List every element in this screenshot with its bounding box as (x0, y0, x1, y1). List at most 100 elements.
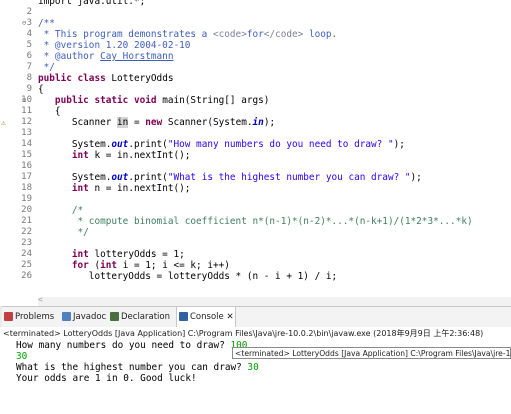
code-token: { (38, 84, 44, 95)
code-line: */ (38, 62, 55, 73)
code-token: "How many numbers do you need to draw? " (167, 139, 394, 150)
editor-gutter-row: 9 (0, 84, 36, 95)
fold-toggle-icon[interactable]: ⊖ (22, 95, 26, 106)
code-token: int (71, 150, 95, 161)
editor-gutter-row: 8 (0, 73, 36, 84)
editor-gutter-row: 14 (0, 139, 36, 150)
javadoc-icon (62, 312, 71, 321)
code-editor[interactable]: import java.util.*; 2 3 ⊖/** 4 * This progra… (0, 0, 511, 306)
editor-gutter-row: 5 (0, 40, 36, 51)
fold-toggle-icon[interactable]: ⊖ (22, 18, 26, 29)
console-prompt-3: What is the highest number you can draw? (16, 362, 248, 373)
tab-javadoc[interactable]: Javadoc (60, 307, 106, 327)
line-number: 24 (21, 249, 32, 259)
code-token: .print( (128, 139, 168, 150)
editor-gutter-row: 11 (0, 106, 36, 117)
editor-gutter-row (0, 0, 36, 7)
line-number: 9 (26, 84, 32, 94)
code-line: * @author Cay Horstmann (38, 51, 174, 62)
code-line: int lotteryOdds = 1; (38, 249, 185, 260)
code-line: System.out.print("How many numbers do yo… (38, 139, 405, 150)
status-tooltip: <terminated> LotteryOdds [Java Applicati… (232, 347, 511, 359)
tab-label: Javadoc (73, 312, 107, 322)
code-token: import java.util.*; (38, 0, 146, 7)
scroll-left-icon[interactable]: < (38, 295, 43, 304)
code-token: /** (38, 18, 55, 29)
editor-gutter-row: 19 (0, 194, 36, 205)
tab-problems[interactable]: Problems (2, 307, 56, 327)
line-number: 13 (21, 128, 32, 138)
code-token: .nextInt(); (128, 150, 191, 161)
code-token: </code> (263, 29, 304, 40)
code-line: lotteryOdds = lotteryOdds * (n - i + 1) … (38, 271, 337, 282)
line-number: 18 (21, 183, 32, 193)
code-token: System. (38, 139, 112, 150)
code-token: lotteryOdds = 1; (94, 249, 185, 260)
editor-gutter-row: 10 ⊖ (0, 95, 36, 106)
editor-gutter-row: 16 (0, 161, 36, 172)
code-token: in (117, 183, 129, 194)
line-number: 17 (21, 172, 32, 182)
editor-gutter-row: 15 (0, 150, 36, 161)
tab-console[interactable]: Console ✕ (176, 307, 236, 328)
console-prompt-1: How many numbers do you need to draw? (16, 340, 231, 351)
line-number: 6 (26, 51, 32, 61)
code-line: int k = in.nextInt(); (38, 150, 191, 161)
code-line: public class LotteryOdds (38, 73, 173, 84)
code-token: = (128, 117, 146, 128)
code-token: n = (94, 183, 118, 194)
line-number: 21 (21, 216, 32, 226)
editor-gutter-row: 18 (0, 183, 36, 194)
code-line: public static void main(String[] args) (38, 95, 270, 106)
line-number: 7 (26, 62, 32, 72)
tab-label: Problems (15, 312, 55, 322)
code-line: Scanner in = new Scanner(System.in); (38, 117, 275, 128)
code-line: /* (38, 205, 83, 216)
code-line: * @version 1.20 2004-02-10 (38, 40, 191, 51)
code-token: for (71, 260, 95, 271)
line-number: 20 (21, 205, 32, 215)
code-token: lotteryOdds = lotteryOdds * (n - i + 1) … (38, 271, 338, 282)
code-token: public (38, 73, 78, 84)
code-token: * This program demonstrates a (38, 29, 213, 40)
line-number: 22 (21, 227, 32, 237)
line-number: 23 (21, 238, 32, 248)
code-line: * This program demonstrates a <code>for<… (38, 29, 338, 40)
code-token: System. (38, 172, 112, 183)
line-number: 5 (26, 40, 32, 50)
code-token: int (100, 260, 123, 271)
editor-gutter-row: 12 ⚠ (0, 117, 36, 128)
line-number: 11 (21, 106, 32, 116)
warning-icon[interactable]: ⚠ (1, 117, 6, 128)
code-token: in (252, 117, 264, 128)
code-token: Scanner(System. (167, 117, 253, 128)
tab-declaration[interactable]: Declaration (108, 307, 174, 327)
code-token: "What is the highest number you can draw… (167, 172, 411, 183)
code-token: out (111, 139, 129, 150)
editor-gutter-row: 22 (0, 227, 36, 238)
code-token: Cay Horstmann (100, 51, 174, 62)
editor-horizontal-scrollbar[interactable]: < (38, 295, 511, 306)
editor-gutter-row: 24 (0, 249, 36, 260)
code-token: out (111, 172, 129, 183)
code-token: for (246, 29, 264, 40)
line-number: 2 (26, 7, 32, 17)
code-token: int (71, 183, 95, 194)
code-token: loop. (303, 29, 338, 40)
code-token: */ (38, 227, 89, 238)
code-token: ); (393, 139, 405, 150)
editor-gutter-row: 6 (0, 51, 36, 62)
line-number: 26 (21, 271, 32, 281)
code-token: static (94, 95, 134, 106)
editor-gutter-row: 26 (0, 271, 36, 282)
code-token: k = (94, 150, 118, 161)
console-line-3: What is the highest number you can draw?… (16, 362, 259, 373)
console-line-1: How many numbers do you need to draw? 10… (16, 340, 247, 351)
code-token: new (145, 117, 168, 128)
code-token: int (71, 249, 95, 260)
code-token: .print( (128, 172, 168, 183)
code-line: { (38, 106, 61, 117)
code-line: /** (38, 18, 55, 29)
code-line: */ (38, 227, 89, 238)
